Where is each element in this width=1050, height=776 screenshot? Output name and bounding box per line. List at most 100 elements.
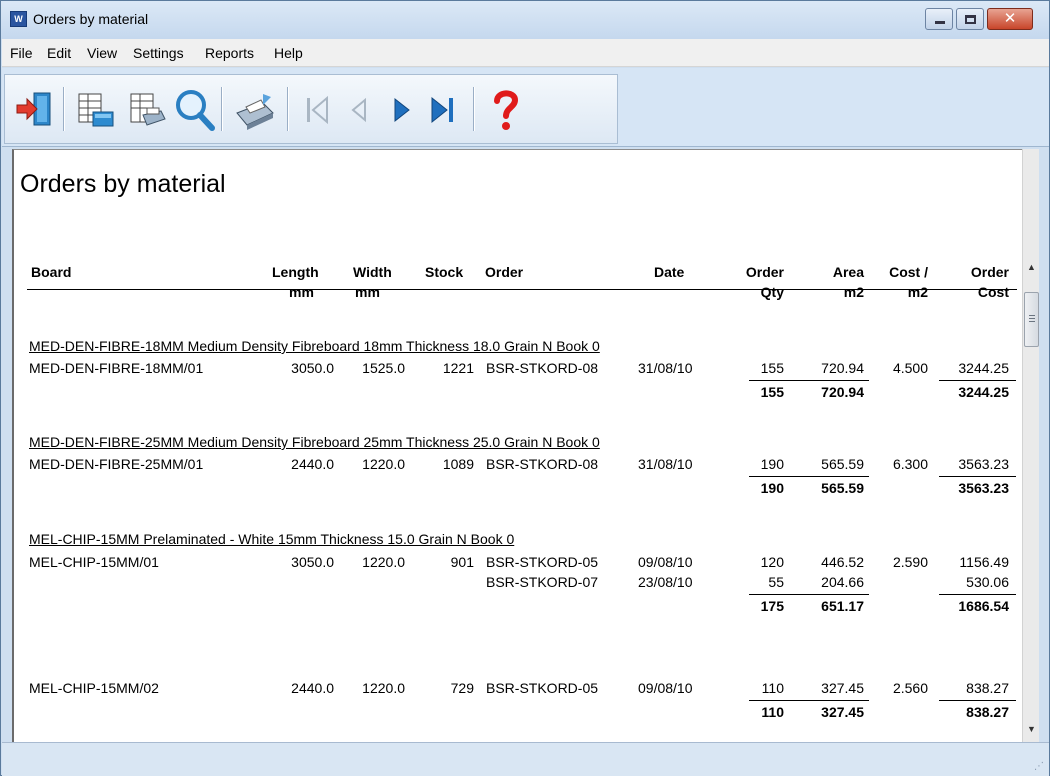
- menu-reports[interactable]: Reports: [205, 45, 254, 61]
- row-area: 565.59: [821, 456, 864, 472]
- row-order-cost: 1156.49: [959, 554, 1009, 570]
- group-title[interactable]: MED-DEN-FIBRE-18MM Medium Density Fibreb…: [29, 338, 600, 354]
- scroll-down-icon[interactable]: ▼: [1023, 721, 1040, 738]
- last-record-icon[interactable]: [421, 85, 465, 133]
- row-stock: 729: [450, 680, 474, 696]
- help-icon[interactable]: [483, 85, 527, 133]
- subtotal-rule: [939, 700, 1016, 701]
- row-width: 1220.0: [362, 456, 405, 472]
- total-qty: 175: [760, 598, 784, 614]
- report-view[interactable]: Orders by material Board Length mm Width…: [12, 149, 1033, 742]
- row-date: 23/08/10: [638, 574, 693, 590]
- grip-line: [1029, 321, 1035, 322]
- total-qty: 155: [760, 384, 784, 400]
- vertical-scrollbar[interactable]: ▲ ▼: [1022, 149, 1039, 742]
- subtotal-rule: [749, 594, 869, 595]
- header-cost-per-m2-unit: m2: [907, 284, 928, 300]
- menu-file[interactable]: File: [10, 45, 33, 61]
- total-area: 720.94: [821, 384, 864, 400]
- toolbar-separator: [221, 87, 223, 131]
- header-rule: [27, 289, 1017, 290]
- toolbar-separator: [63, 87, 65, 131]
- maximize-icon: [965, 15, 976, 24]
- row-length: 2440.0: [291, 456, 334, 472]
- toolbar-separator: [287, 87, 289, 131]
- header-cost-per-m2: Cost /: [889, 264, 928, 280]
- printer-icon[interactable]: [233, 85, 277, 133]
- header-order: Order: [485, 264, 524, 280]
- group-title[interactable]: MED-DEN-FIBRE-25MM Medium Density Fibreb…: [29, 434, 600, 450]
- header-width-unit: mm: [355, 284, 380, 300]
- header-area-unit: m2: [843, 284, 864, 300]
- row-order-cost: 530.06: [966, 574, 1009, 590]
- minimize-button[interactable]: [925, 8, 953, 30]
- row-stock: 1089: [442, 456, 474, 472]
- row-order-cost: 3563.23: [958, 456, 1009, 472]
- board-list-icon[interactable]: [73, 85, 117, 133]
- search-icon[interactable]: [173, 85, 217, 133]
- row-cost: 2.590: [892, 554, 928, 570]
- menu-help[interactable]: Help: [274, 45, 303, 61]
- subtotal-rule: [939, 594, 1016, 595]
- menu-settings[interactable]: Settings: [133, 45, 184, 61]
- grip-line: [1029, 315, 1035, 316]
- menu-bar: File Edit View Settings Reports Help: [2, 39, 1049, 67]
- header-length: Length: [272, 264, 319, 280]
- row-stock: 901: [450, 554, 474, 570]
- row-cost: 4.500: [892, 360, 928, 376]
- header-order-cost-2: Cost: [977, 284, 1009, 300]
- header-width: Width: [353, 264, 392, 280]
- next-record-icon[interactable]: [379, 85, 423, 133]
- window-title: Orders by material: [33, 11, 149, 27]
- header-order-cost: Order: [970, 264, 1009, 280]
- app-icon: W: [10, 11, 27, 27]
- row-stock: 1221: [442, 360, 474, 376]
- row-cost: 2.560: [892, 680, 928, 696]
- subtotal-rule: [939, 476, 1016, 477]
- row-length: 3050.0: [291, 360, 334, 376]
- row-area: 204.66: [821, 574, 864, 590]
- row-order: BSR-STKORD-07: [486, 574, 599, 590]
- menu-view[interactable]: View: [87, 45, 117, 61]
- row-area: 446.52: [821, 554, 864, 570]
- status-bar: ⋰: [2, 742, 1049, 776]
- first-record-icon[interactable]: [295, 85, 339, 133]
- exit-icon[interactable]: [13, 85, 57, 133]
- total-order-cost: 3244.25: [958, 384, 1009, 400]
- report-window: W Orders by material ✕ File Edit View Se…: [0, 0, 1050, 776]
- row-width: 1220.0: [362, 554, 405, 570]
- header-length-unit: mm: [289, 284, 314, 300]
- header-stock: Stock: [425, 264, 464, 280]
- toolbar-separator: [473, 87, 475, 131]
- resize-grip-icon[interactable]: ⋰: [1034, 761, 1046, 773]
- previous-record-icon[interactable]: [337, 85, 381, 133]
- row-qty: 120: [760, 554, 784, 570]
- total-area: 327.45: [821, 704, 864, 720]
- total-area: 565.59: [821, 480, 864, 496]
- row-length: 3050.0: [291, 554, 334, 570]
- header-order-qty: Order: [745, 264, 784, 280]
- title-bar[interactable]: W Orders by material ✕: [1, 1, 1049, 39]
- scrollbar-thumb[interactable]: [1024, 292, 1039, 347]
- header-board: Board: [31, 264, 72, 280]
- row-board: MED-DEN-FIBRE-25MM/01: [29, 456, 204, 472]
- group-title[interactable]: MEL-CHIP-15MM Prelaminated - White 15mm …: [29, 531, 514, 547]
- subtotal-rule: [939, 380, 1016, 381]
- row-order: BSR-STKORD-05: [486, 554, 599, 570]
- row-order-cost: 3244.25: [958, 360, 1009, 376]
- row-board: MED-DEN-FIBRE-18MM/01: [29, 360, 204, 376]
- row-qty: 155: [760, 360, 784, 376]
- row-width: 1220.0: [362, 680, 405, 696]
- close-button[interactable]: ✕: [987, 8, 1033, 30]
- row-qty: 55: [768, 574, 784, 590]
- header-order-qty-2: Qty: [760, 284, 784, 300]
- header-area: Area: [832, 264, 864, 280]
- scroll-up-icon[interactable]: ▲: [1023, 259, 1040, 276]
- print-list-icon[interactable]: [125, 85, 169, 133]
- row-qty: 110: [761, 680, 784, 696]
- total-area: 651.17: [821, 598, 864, 614]
- total-qty: 190: [760, 480, 784, 496]
- maximize-button[interactable]: [956, 8, 984, 30]
- menu-edit[interactable]: Edit: [47, 45, 71, 61]
- total-order-cost: 3563.23: [958, 480, 1009, 496]
